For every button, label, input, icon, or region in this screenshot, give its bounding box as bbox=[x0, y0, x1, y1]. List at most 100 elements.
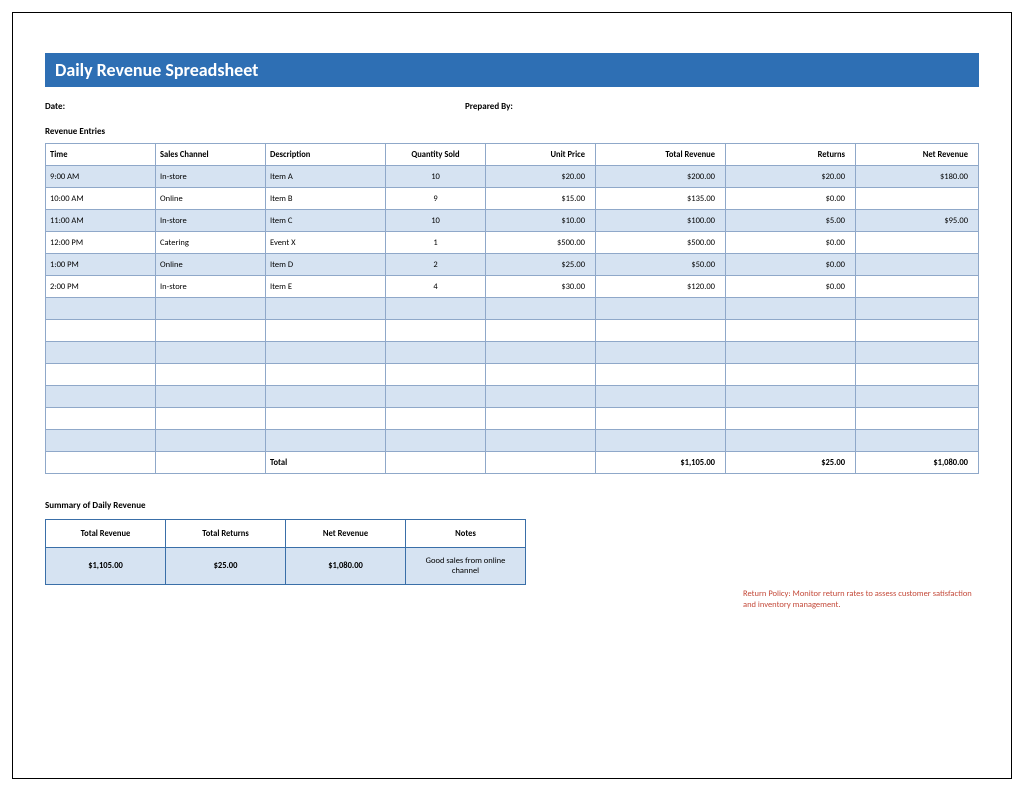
cell-total-revenue[interactable] bbox=[596, 320, 726, 342]
cell-qty[interactable] bbox=[386, 386, 486, 408]
cell-channel[interactable]: Online bbox=[156, 254, 266, 276]
cell-time[interactable]: 11:00 AM bbox=[46, 210, 156, 232]
cell-channel[interactable]: In-store bbox=[156, 276, 266, 298]
cell-net-revenue[interactable] bbox=[856, 254, 979, 276]
cell-qty[interactable]: 10 bbox=[386, 210, 486, 232]
cell-total-revenue[interactable] bbox=[596, 408, 726, 430]
cell-net-revenue[interactable] bbox=[856, 342, 979, 364]
cell-total-revenue[interactable] bbox=[596, 386, 726, 408]
cell-qty[interactable] bbox=[386, 342, 486, 364]
cell-time[interactable] bbox=[46, 320, 156, 342]
cell-qty[interactable]: 4 bbox=[386, 276, 486, 298]
cell-time[interactable]: 9:00 AM bbox=[46, 166, 156, 188]
cell-description[interactable] bbox=[266, 386, 386, 408]
cell-returns[interactable] bbox=[726, 298, 856, 320]
cell-time[interactable] bbox=[46, 408, 156, 430]
cell-unit-price[interactable] bbox=[486, 386, 596, 408]
cell-time[interactable]: 2:00 PM bbox=[46, 276, 156, 298]
cell-qty[interactable]: 2 bbox=[386, 254, 486, 276]
cell-description[interactable] bbox=[266, 320, 386, 342]
cell-returns[interactable] bbox=[726, 430, 856, 452]
cell-net-revenue[interactable] bbox=[856, 364, 979, 386]
cell-total-revenue[interactable] bbox=[596, 342, 726, 364]
cell-returns[interactable]: $20.00 bbox=[726, 166, 856, 188]
cell-channel[interactable] bbox=[156, 408, 266, 430]
cell-unit-price[interactable] bbox=[486, 342, 596, 364]
cell-total-revenue[interactable] bbox=[596, 298, 726, 320]
cell-net-revenue[interactable] bbox=[856, 298, 979, 320]
cell-total-revenue[interactable] bbox=[596, 364, 726, 386]
cell-total-revenue[interactable]: $200.00 bbox=[596, 166, 726, 188]
cell-net-revenue[interactable] bbox=[856, 276, 979, 298]
cell-unit-price[interactable]: $15.00 bbox=[486, 188, 596, 210]
cell-description[interactable]: Item A bbox=[266, 166, 386, 188]
cell-returns[interactable]: $0.00 bbox=[726, 232, 856, 254]
cell-time[interactable] bbox=[46, 298, 156, 320]
cell-unit-price[interactable]: $10.00 bbox=[486, 210, 596, 232]
cell-time[interactable] bbox=[46, 342, 156, 364]
cell-net-revenue[interactable] bbox=[856, 320, 979, 342]
cell-unit-price[interactable] bbox=[486, 364, 596, 386]
cell-channel[interactable] bbox=[156, 430, 266, 452]
cell-returns[interactable] bbox=[726, 342, 856, 364]
cell-net-revenue[interactable] bbox=[856, 232, 979, 254]
cell-description[interactable]: Item D bbox=[266, 254, 386, 276]
cell-returns[interactable]: $5.00 bbox=[726, 210, 856, 232]
cell-total-revenue[interactable]: $120.00 bbox=[596, 276, 726, 298]
cell-returns[interactable] bbox=[726, 408, 856, 430]
cell-description[interactable]: Item C bbox=[266, 210, 386, 232]
cell-qty[interactable] bbox=[386, 298, 486, 320]
cell-total-revenue[interactable]: $50.00 bbox=[596, 254, 726, 276]
cell-description[interactable] bbox=[266, 342, 386, 364]
cell-description[interactable]: Item B bbox=[266, 188, 386, 210]
cell-channel[interactable]: Catering bbox=[156, 232, 266, 254]
cell-total-revenue[interactable]: $100.00 bbox=[596, 210, 726, 232]
cell-unit-price[interactable] bbox=[486, 430, 596, 452]
cell-time[interactable] bbox=[46, 430, 156, 452]
cell-channel[interactable] bbox=[156, 298, 266, 320]
cell-channel[interactable]: In-store bbox=[156, 210, 266, 232]
cell-qty[interactable]: 1 bbox=[386, 232, 486, 254]
cell-time[interactable]: 1:00 PM bbox=[46, 254, 156, 276]
cell-qty[interactable]: 9 bbox=[386, 188, 486, 210]
cell-channel[interactable] bbox=[156, 320, 266, 342]
cell-returns[interactable]: $0.00 bbox=[726, 188, 856, 210]
cell-description[interactable] bbox=[266, 430, 386, 452]
cell-channel[interactable] bbox=[156, 364, 266, 386]
cell-time[interactable]: 12:00 PM bbox=[46, 232, 156, 254]
cell-description[interactable]: Event X bbox=[266, 232, 386, 254]
cell-net-revenue[interactable] bbox=[856, 188, 979, 210]
cell-unit-price[interactable] bbox=[486, 298, 596, 320]
cell-returns[interactable] bbox=[726, 364, 856, 386]
cell-unit-price[interactable]: $500.00 bbox=[486, 232, 596, 254]
cell-unit-price[interactable] bbox=[486, 408, 596, 430]
cell-unit-price[interactable]: $20.00 bbox=[486, 166, 596, 188]
cell-total-revenue[interactable]: $500.00 bbox=[596, 232, 726, 254]
cell-description[interactable] bbox=[266, 364, 386, 386]
cell-returns[interactable] bbox=[726, 386, 856, 408]
cell-net-revenue[interactable] bbox=[856, 430, 979, 452]
cell-net-revenue[interactable] bbox=[856, 386, 979, 408]
cell-total-revenue[interactable]: $135.00 bbox=[596, 188, 726, 210]
cell-channel[interactable] bbox=[156, 342, 266, 364]
cell-returns[interactable]: $0.00 bbox=[726, 276, 856, 298]
cell-net-revenue[interactable] bbox=[856, 408, 979, 430]
cell-description[interactable] bbox=[266, 408, 386, 430]
cell-qty[interactable]: 10 bbox=[386, 166, 486, 188]
cell-time[interactable] bbox=[46, 386, 156, 408]
cell-description[interactable]: Item E bbox=[266, 276, 386, 298]
cell-description[interactable] bbox=[266, 298, 386, 320]
cell-unit-price[interactable]: $25.00 bbox=[486, 254, 596, 276]
cell-channel[interactable] bbox=[156, 386, 266, 408]
cell-returns[interactable] bbox=[726, 320, 856, 342]
cell-net-revenue[interactable]: $180.00 bbox=[856, 166, 979, 188]
cell-qty[interactable] bbox=[386, 408, 486, 430]
cell-unit-price[interactable]: $30.00 bbox=[486, 276, 596, 298]
cell-channel[interactable]: Online bbox=[156, 188, 266, 210]
cell-total-revenue[interactable] bbox=[596, 430, 726, 452]
cell-net-revenue[interactable]: $95.00 bbox=[856, 210, 979, 232]
cell-qty[interactable] bbox=[386, 320, 486, 342]
cell-returns[interactable]: $0.00 bbox=[726, 254, 856, 276]
cell-time[interactable] bbox=[46, 364, 156, 386]
cell-qty[interactable] bbox=[386, 430, 486, 452]
